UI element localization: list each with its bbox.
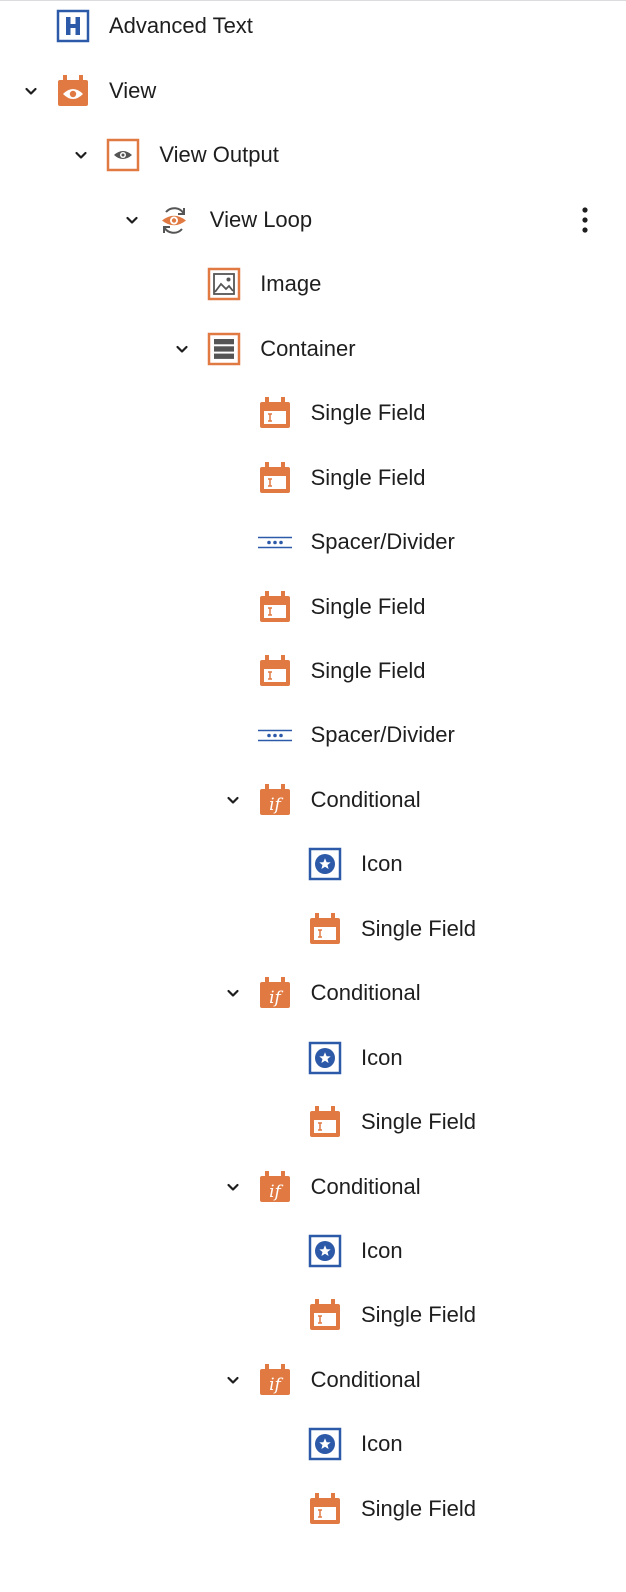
tree-item[interactable]: View <box>0 69 626 113</box>
conditional-icon: if <box>258 1170 292 1204</box>
spacer-divider-icon <box>257 525 292 559</box>
conditional-icon: if <box>258 783 292 817</box>
tree-item-label: Single Field <box>361 1496 476 1521</box>
tree-item[interactable]: Single Field <box>0 391 626 435</box>
chevron-down-icon[interactable] <box>221 788 245 812</box>
single-field-icon <box>308 912 342 946</box>
tree-item-label: Icon <box>361 1045 403 1070</box>
chevron-down-icon[interactable] <box>221 981 245 1005</box>
tree-item-label: Single Field <box>361 916 476 941</box>
tree-item-label: View Output <box>159 142 279 167</box>
tree-item[interactable]: Icon <box>0 842 626 886</box>
star-icon <box>308 1427 342 1461</box>
tree-item[interactable]: Single Field <box>0 1293 626 1337</box>
tree-item-label: Container <box>260 336 356 361</box>
tree-item-label: Conditional <box>310 980 421 1005</box>
tree-item[interactable]: Spacer/Divider <box>0 713 626 757</box>
tree-item-label: Single Field <box>361 1302 476 1327</box>
view-block-icon <box>56 74 90 108</box>
tree-item-label: Conditional <box>310 787 421 812</box>
tree-item[interactable]: Spacer/Divider <box>0 520 626 564</box>
single-field-icon <box>308 1492 342 1526</box>
tree-item[interactable]: Single Field <box>0 649 626 693</box>
tree-item-label: Icon <box>361 851 403 876</box>
chevron-down-icon[interactable] <box>69 143 93 167</box>
tree-item[interactable]: Single Field <box>0 1487 626 1531</box>
more-options-icon[interactable] <box>570 205 600 235</box>
single-field-icon <box>258 396 292 430</box>
view-output-icon <box>106 138 140 172</box>
chevron-down-icon[interactable] <box>170 337 194 361</box>
tree-item-label: View <box>109 78 157 103</box>
single-field-icon <box>258 590 292 624</box>
tree-item[interactable]: if Conditional <box>0 1358 626 1402</box>
tree-item[interactable]: Icon <box>0 1036 626 1080</box>
tree-item[interactable]: if Conditional <box>0 971 626 1015</box>
tree-item-label: Advanced Text <box>109 13 253 38</box>
container-icon <box>207 332 241 366</box>
single-field-icon <box>258 654 292 688</box>
tree-item-label: Conditional <box>310 1174 421 1199</box>
tree-item-label: Icon <box>361 1431 403 1456</box>
panel-top-border <box>0 0 626 1</box>
tree-item[interactable]: Icon <box>0 1422 626 1466</box>
tree-item-label: View Loop <box>209 207 313 232</box>
tree-item[interactable]: View Output <box>0 133 626 177</box>
image-icon <box>207 267 241 301</box>
star-icon <box>308 1041 342 1075</box>
chevron-down-icon[interactable] <box>221 1175 245 1199</box>
tree-item[interactable]: Single Field <box>0 907 626 951</box>
star-icon <box>308 1234 342 1268</box>
tree-item[interactable]: Icon <box>0 1229 626 1273</box>
single-field-icon <box>308 1298 342 1332</box>
spacer-divider-icon <box>257 718 292 752</box>
tree-item[interactable]: Single Field <box>0 1100 626 1144</box>
tree-item-label: Image <box>260 271 322 296</box>
star-icon <box>308 847 342 881</box>
single-field-icon <box>308 1105 342 1139</box>
tree-item[interactable]: Container <box>0 327 626 371</box>
tree-item-label: Spacer/Divider <box>310 722 455 747</box>
tree-item-label: Single Field <box>361 1109 476 1134</box>
tree-item-label: Conditional <box>310 1367 421 1392</box>
tree-item[interactable]: Single Field <box>0 585 626 629</box>
chevron-down-icon[interactable] <box>120 208 144 232</box>
tree-item-label: Single Field <box>310 400 426 425</box>
tree-item-label: Single Field <box>310 658 426 683</box>
conditional-icon: if <box>258 1363 292 1397</box>
tree-item[interactable]: View Loop <box>0 198 626 242</box>
chevron-down-icon[interactable] <box>19 79 43 103</box>
tree-item[interactable]: Image <box>0 262 626 306</box>
tree-item[interactable]: Advanced Text <box>0 4 626 48</box>
tree-item[interactable]: if Conditional <box>0 778 626 822</box>
heading-icon <box>56 9 90 43</box>
tree-item[interactable]: if Conditional <box>0 1165 626 1209</box>
tree-item-label: Single Field <box>310 465 426 490</box>
conditional-icon: if <box>258 976 292 1010</box>
tree-item[interactable]: Single Field <box>0 456 626 500</box>
single-field-icon <box>258 461 292 495</box>
tree-item-label: Spacer/Divider <box>310 529 455 554</box>
tree-item-label: Icon <box>361 1238 403 1263</box>
tree-item-label: Single Field <box>310 594 426 619</box>
view-loop-icon <box>157 203 191 237</box>
chevron-down-icon[interactable] <box>221 1368 245 1392</box>
